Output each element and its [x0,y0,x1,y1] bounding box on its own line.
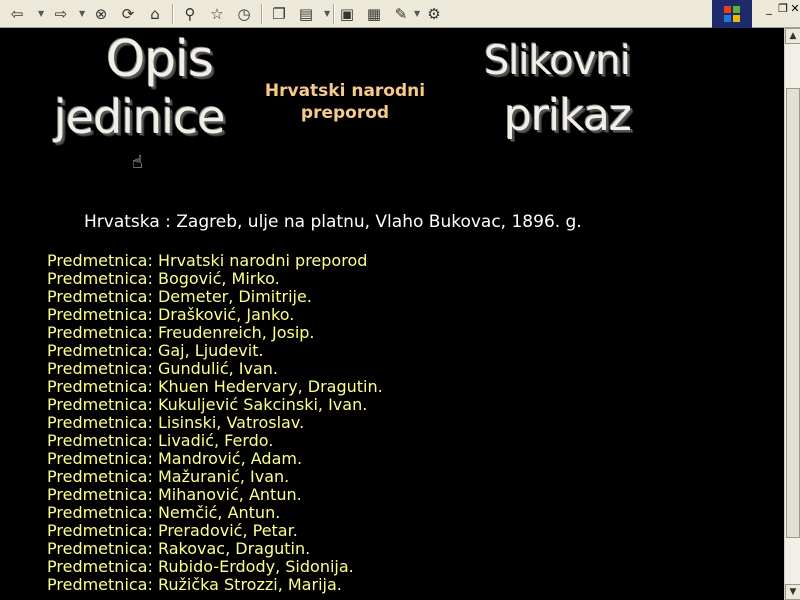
forward-icon[interactable]: ⇨ [50,3,72,25]
scroll-up-icon[interactable]: ▲ [785,28,800,44]
subject-item: Predmetnica: Khuen Hedervary, Dragutin. [47,377,383,396]
scroll-down-icon[interactable]: ▼ [785,584,800,600]
format-dropdown-icon[interactable]: ▼ [324,9,330,18]
search-icon[interactable]: ⚲ [179,3,201,25]
stop-icon[interactable]: ⊗ [90,3,112,25]
minimize-icon[interactable]: _ [762,2,776,16]
subject-item: Predmetnica: Freudenreich, Josip. [47,323,315,342]
vertical-scrollbar[interactable]: ▲ ▼ [784,28,800,600]
hand-cursor-icon: ☝ [132,152,143,173]
refresh-icon[interactable]: ⟳ [117,3,139,25]
toolbar-separator [261,4,263,24]
subject-item: Predmetnica: Drašković, Janko. [47,305,295,324]
subject-item: Predmetnica: Mihanović, Antun. [47,485,302,504]
subject-item: Predmetnica: Preradović, Petar. [47,521,298,540]
favorites-icon[interactable]: ☆ [206,3,228,25]
subject-item: Predmetnica: Hrvatski narodni preporod [47,251,368,270]
subject-item: Predmetnica: Kukuljević Sakcinski, Ivan. [47,395,368,414]
page-title-line2: preporod [300,103,390,123]
subject-item: Predmetnica: Rubido-Erdody, Sidonija. [47,557,354,576]
item-description: Hrvatska : Zagreb, ulje na platnu, Vlaho… [84,212,582,232]
subject-item: Predmetnica: Gundulić, Ivan. [47,359,279,378]
window-controls: _ ❐ ✕ [712,0,800,28]
subject-item: Predmetnica: Rakovac, Dragutin. [47,539,311,558]
subject-item: Predmetnica: Lisinski, Vatroslav. [47,413,305,432]
slikovni-prikaz-logo-line2[interactable]: prikaz [504,90,632,141]
subject-item: Predmetnica: Mandrović, Adam. [47,449,303,468]
page-title-line1: Hrvatski narodni [264,81,426,101]
window-icon[interactable]: ▣ [336,3,358,25]
toolbar-separator [333,4,335,24]
subject-item: Predmetnica: Livadić, Ferdo. [47,431,274,450]
back-dropdown-icon[interactable]: ▼ [38,9,44,18]
page-content: Opis jedinice Hrvatski narodni preporod … [0,28,784,600]
edit-icon[interactable]: ✎ [390,3,412,25]
home-icon[interactable]: ⌂ [144,3,166,25]
windows-logo-icon [712,0,752,28]
subject-item: Predmetnica: Ružička Strozzi, Marija. [47,575,342,594]
subject-list: Predmetnica: Hrvatski narodni preporod P… [47,252,383,594]
subject-item: Predmetnica: Demeter, Dimitrije. [47,287,312,306]
subject-item: Predmetnica: Nemčić, Antun. [47,503,281,522]
toolbar-separator [172,4,174,24]
subject-item: Predmetnica: Gaj, Ljudevit. [47,341,264,360]
close-icon[interactable]: ✕ [788,2,800,16]
browser-toolbar: ⇦ ▼ ⇨ ▼ ⊗ ⟳ ⌂ ⚲ ☆ ◷ ❐ ▤ ▼ ▣ ▦ ✎ ▼ ⚙ _ ❐ … [0,0,800,28]
opis-jedinice-logo-line2[interactable]: jedinice [54,90,226,144]
forward-dropdown-icon[interactable]: ▼ [79,9,85,18]
tools-icon[interactable]: ⚙ [423,3,445,25]
copy-icon[interactable]: ❐ [268,3,290,25]
page-title: Hrvatski narodni preporod [250,80,440,124]
folder-icon[interactable]: ▦ [363,3,385,25]
back-icon[interactable]: ⇦ [6,3,28,25]
scroll-thumb[interactable] [786,88,800,538]
slikovni-prikaz-logo-line1[interactable]: Slikovni [484,38,631,84]
subject-item: Predmetnica: Mažuranić, Ivan. [47,467,290,486]
subject-item: Predmetnica: Bogović, Mirko. [47,269,280,288]
edit-dropdown-icon[interactable]: ▼ [414,9,420,18]
history-icon[interactable]: ◷ [233,3,255,25]
opis-jedinice-logo-line1[interactable]: Opis [106,30,214,88]
format-icon[interactable]: ▤ [295,3,317,25]
